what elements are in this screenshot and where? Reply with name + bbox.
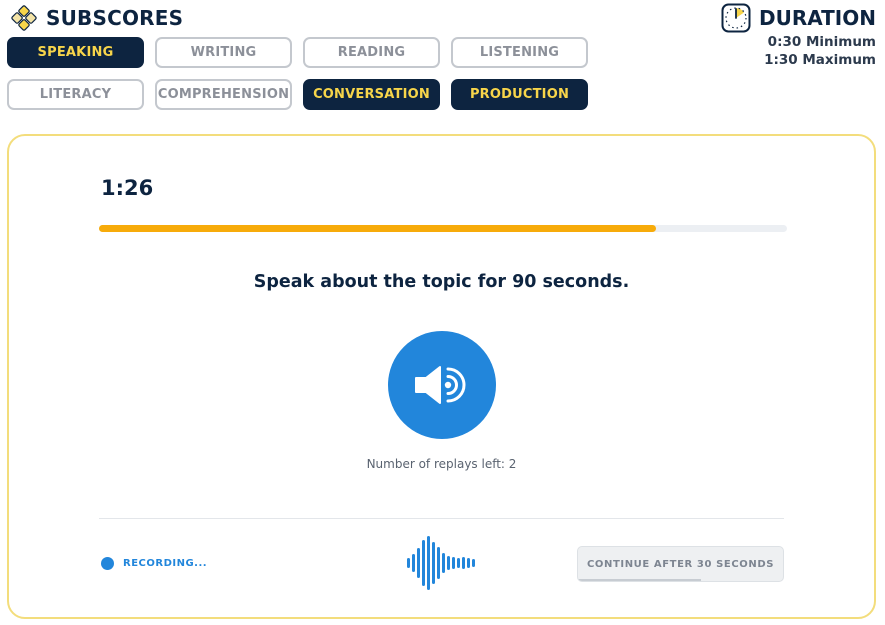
play-audio-button[interactable] [388, 331, 496, 439]
time-progress-bar [99, 225, 787, 232]
speaking-task-card: 1:26 Speak about the topic for 90 second… [7, 134, 876, 619]
duration-panel: DURATION 0:30 Minimum 1:30 Maximum [721, 3, 876, 69]
subscore-chip-reading[interactable]: READING [303, 37, 440, 68]
subscore-chip-literacy[interactable]: LITERACY [7, 79, 144, 110]
duration-maximum: 1:30 Maximum [764, 52, 876, 68]
continue-button-progress [578, 579, 701, 581]
subscore-chip-comprehension[interactable]: COMPREHENSION [155, 79, 292, 110]
duration-minimum: 0:30 Minimum [767, 34, 876, 50]
subscore-chip-speaking[interactable]: SPEAKING [7, 37, 144, 68]
recording-label: RECORDING... [123, 558, 208, 569]
subscore-chip-conversation[interactable]: CONVERSATION [303, 79, 440, 110]
subscores-title: SUBSCORES [46, 6, 184, 30]
task-prompt: Speak about the topic for 90 seconds. [253, 272, 630, 292]
countdown-timer: 1:26 [101, 176, 154, 200]
subscore-chip-writing[interactable]: WRITING [155, 37, 292, 68]
replays-remaining: Number of replays left: 2 [366, 457, 517, 471]
speaker-audio-icon [415, 366, 466, 404]
duration-title: DURATION [759, 6, 876, 30]
clock-icon [721, 3, 751, 33]
time-progress-fill [99, 225, 657, 232]
subscore-chip-production[interactable]: PRODUCTION [451, 79, 588, 110]
recording-dot-icon [101, 557, 114, 570]
footer-divider [99, 518, 784, 519]
recording-status: RECORDING... [101, 557, 207, 570]
subscore-chip-listening[interactable]: LISTENING [451, 37, 588, 68]
continue-button[interactable]: CONTINUE AFTER 30 SECONDS [577, 546, 784, 582]
subscores-header: SUBSCORES [8, 4, 183, 32]
audio-waveform-icon [407, 536, 475, 590]
subscores-logo-icon [11, 5, 37, 31]
continue-button-label: CONTINUE AFTER 30 SECONDS [586, 558, 775, 570]
